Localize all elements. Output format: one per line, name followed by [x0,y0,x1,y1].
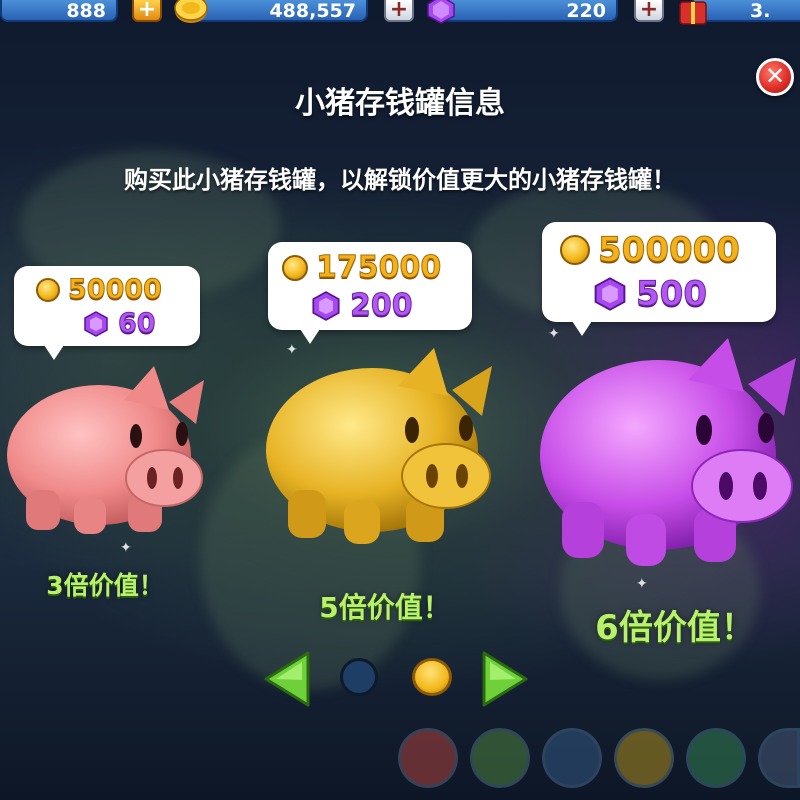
add-energy-button[interactable]: + [132,0,162,22]
pink-gem-price: 60 [118,308,157,340]
coin-icon [282,254,308,281]
price-bubble-purple: 500000 500 [542,222,776,336]
page-dot-1[interactable] [340,658,378,696]
sparkle-icon: ✦ [548,326,560,342]
gold-gem-price: 200 [350,288,414,324]
bottom-menu-icon[interactable] [398,728,458,788]
pink-coin-price: 50000 [68,274,163,306]
gems-counter: 220 [420,0,620,24]
bottom-menu-icon[interactable] [470,728,530,788]
gift-icon [679,1,707,25]
purple-multiplier-label: 6倍价值！ [595,608,755,648]
arrow-right-icon[interactable] [480,650,530,708]
price-bubble-pink: 50000 60 [14,266,200,360]
gem-icon [427,0,455,24]
pink-multiplier-label: 3倍价值！ [46,571,164,600]
gem-icon [594,277,626,311]
coin-icon [174,0,208,23]
coin-icon [36,277,60,302]
coins-value: 488,557 [192,0,368,22]
gem-icon [312,290,340,321]
dialog-title: 小猪存钱罐信息 [295,86,505,121]
bottom-menu-icon[interactable] [758,728,800,788]
sparkle-icon: ✦ [286,342,298,358]
bottom-menu-icon[interactable] [542,728,602,788]
currency-bar: 888 + 488,557 + 220 + 3. [0,0,800,28]
piggy-bank-pink-button[interactable] [4,360,214,550]
page-dot-2-active[interactable] [412,658,452,696]
gems-value: 220 [442,0,618,22]
energy-counter: 888 [0,0,140,24]
sparkle-icon: ✦ [120,540,132,556]
piggy-bank-purple-button[interactable] [538,330,800,580]
gift-counter: 3. [670,0,800,25]
gold-multiplier-label: 5倍价值！ [319,591,451,624]
gold-coin-price: 175000 [315,250,442,286]
add-gems-button[interactable]: + [634,0,664,22]
purple-coin-price: 500000 [598,230,741,271]
energy-value: 888 [0,0,118,22]
coin-icon [560,235,590,265]
bottom-menu-icon[interactable] [686,728,746,788]
bottom-menu-icon[interactable] [614,728,674,788]
price-bubble-gold: 175000 200 [268,242,472,344]
arrow-left-icon[interactable] [262,650,312,708]
add-coins-button[interactable]: + [384,0,414,22]
gem-icon [84,310,108,337]
piggy-bank-gold-button[interactable] [262,340,502,560]
sparkle-icon: ✦ [636,576,648,592]
dialog-subtitle: 购买此小猪存钱罐，以解锁价值更大的小猪存钱罐！ [124,166,676,194]
coins-counter: 488,557 [170,0,370,24]
purple-gem-price: 500 [636,274,708,315]
